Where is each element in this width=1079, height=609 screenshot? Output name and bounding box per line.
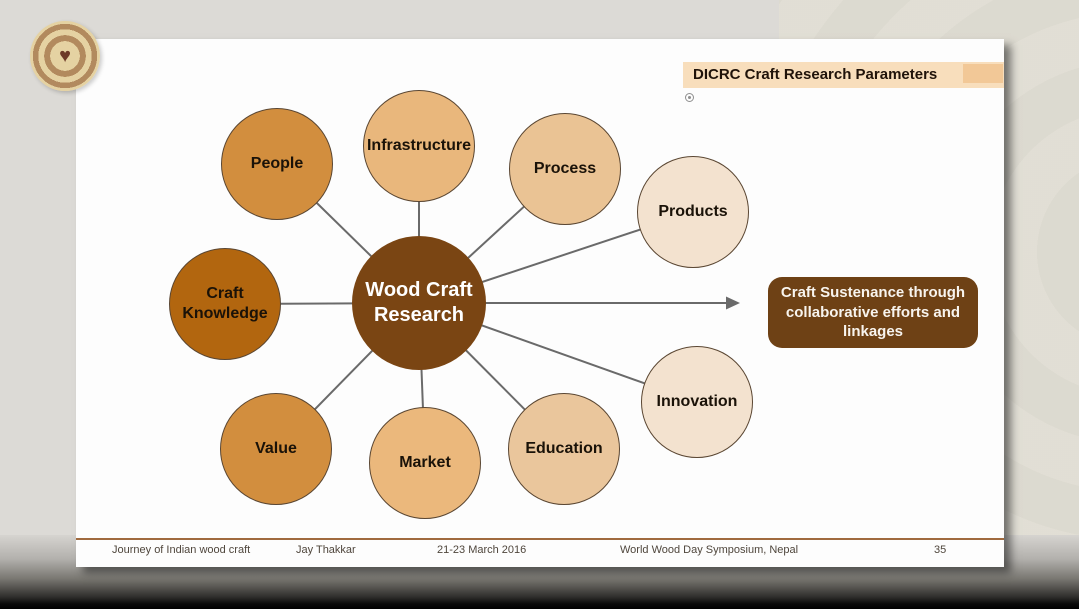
node-education: Education	[508, 393, 620, 505]
node-label: Craft Knowledge	[180, 284, 270, 324]
node-label: Process	[534, 159, 596, 179]
footer-project: Journey of Indian wood craft	[112, 544, 250, 556]
node-label: Innovation	[657, 392, 738, 412]
hub-wood-craft-research: Wood Craft Research	[352, 236, 486, 370]
footer-divider	[76, 538, 1004, 540]
outcome-label: Craft Sustenance through collaborative e…	[780, 283, 966, 342]
presentation-slide: DICRC Craft Research Parameters People I…	[76, 39, 1004, 567]
node-label: Value	[255, 439, 297, 459]
node-craft-knowledge: Craft Knowledge	[169, 248, 281, 360]
node-process: Process	[509, 113, 621, 225]
video-frame: { "colors": { "hub": "#7a4513", "outcome…	[0, 0, 1079, 609]
node-label: Infrastructure	[367, 136, 471, 156]
node-infrastructure: Infrastructure	[363, 90, 475, 202]
page-number: 35	[934, 544, 946, 556]
node-label: Market	[399, 453, 451, 473]
node-market: Market	[369, 407, 481, 519]
node-label: Education	[525, 439, 602, 459]
node-innovation: Innovation	[641, 346, 753, 458]
node-value: Value	[220, 393, 332, 505]
wood-log-rings-heart-icon: ♥	[30, 21, 100, 91]
footer-event: World Wood Day Symposium, Nepal	[620, 544, 798, 556]
node-label: People	[251, 154, 303, 174]
node-products: Products	[637, 156, 749, 268]
hub-label: Wood Craft Research	[364, 278, 474, 328]
outcome-box: Craft Sustenance through collaborative e…	[768, 277, 978, 348]
footer-date: 21-23 March 2016	[437, 544, 526, 556]
node-people: People	[221, 108, 333, 220]
outcome-arrow-head	[726, 297, 740, 310]
heart-icon: ♥	[59, 46, 71, 66]
footer-author: Jay Thakkar	[296, 544, 356, 556]
node-label: Products	[658, 202, 727, 222]
